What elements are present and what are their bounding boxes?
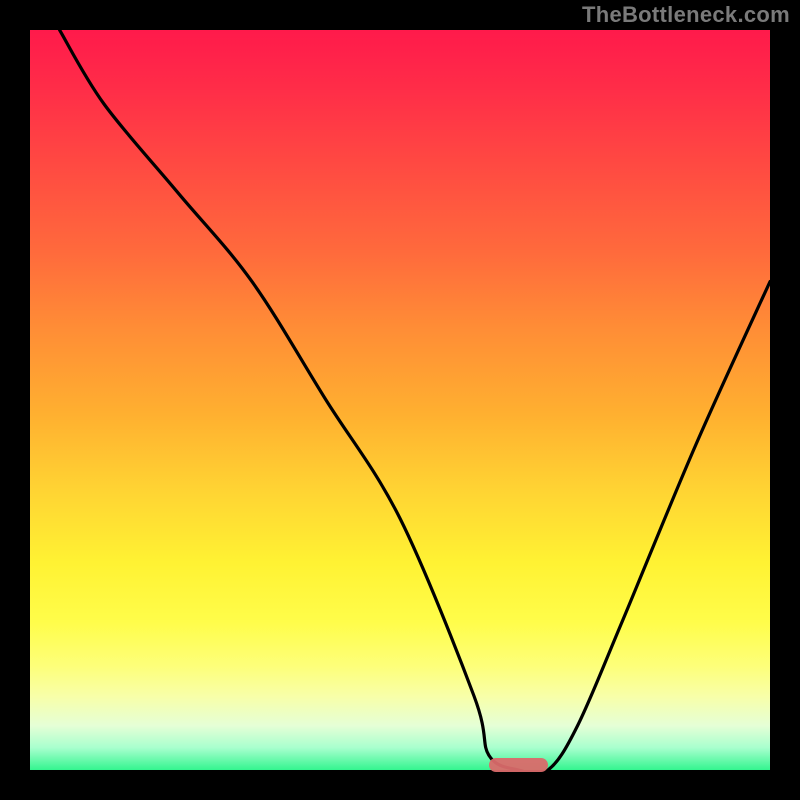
curve-svg <box>30 30 770 770</box>
watermark-text: TheBottleneck.com <box>582 2 790 28</box>
chart-frame: TheBottleneck.com <box>0 0 800 800</box>
bottleneck-curve <box>60 30 770 770</box>
optimum-marker <box>489 758 548 772</box>
plot-area <box>30 30 770 770</box>
